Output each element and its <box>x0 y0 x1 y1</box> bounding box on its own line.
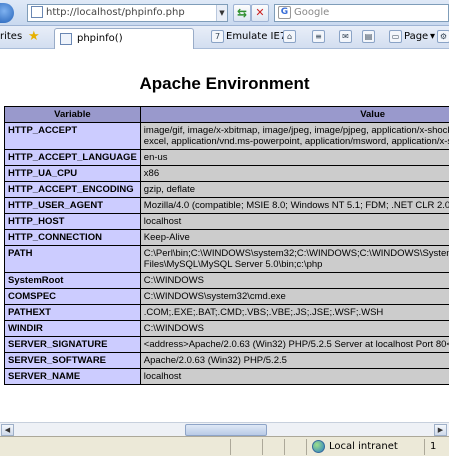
security-zone-label[interactable]: Local intranet <box>329 441 398 452</box>
variable-name: SERVER_SOFTWARE <box>4 352 141 369</box>
table-row: HTTP_ACCEPT_ENCODING gzip, deflate <box>4 181 449 198</box>
stop-button[interactable]: ✕ <box>251 4 269 22</box>
home-icon[interactable]: ⌂ <box>283 30 296 43</box>
scroll-right-icon[interactable]: ▶ <box>434 424 447 436</box>
variable-name: SERVER_NAME <box>4 368 141 385</box>
variable-name: HTTP_HOST <box>4 213 141 230</box>
variable-name: SERVER_SIGNATURE <box>4 336 141 353</box>
zoom-level[interactable]: 1 <box>430 441 436 452</box>
table-row: PATHEXT .COM;.EXE;.BAT;.CMD;.VBS;.VBE;.JS… <box>4 304 449 321</box>
variable-name: COMSPEC <box>4 288 141 305</box>
variable-value: Apache/2.0.63 (Win32) PHP/5.2.5 <box>139 352 449 369</box>
tab-phpinfo[interactable]: phpinfo() <box>54 28 194 49</box>
table-row: HTTP_CONNECTION Keep-Alive <box>4 229 449 246</box>
variable-value: C:\WINDOWS <box>139 320 449 337</box>
variable-value: .COM;.EXE;.BAT;.CMD;.VBS;.VBE;.JS;.JSE;.… <box>139 304 449 321</box>
scroll-left-icon[interactable]: ◀ <box>1 424 14 436</box>
table-row: HTTP_USER_AGENT Mozilla/4.0 (compatible; … <box>4 197 449 214</box>
variable-value: <address>Apache/2.0.63 (Win32) PHP/5.2.5… <box>139 336 449 353</box>
table-row: SERVER_NAME localhost <box>4 368 449 385</box>
search-placeholder: Google <box>294 7 330 18</box>
tab-label: phpinfo() <box>77 33 123 44</box>
print-icon[interactable]: ▤ <box>362 30 375 43</box>
variable-value: image/gif, image/x-xbitmap, image/jpeg, … <box>139 122 449 150</box>
table-row: HTTP_HOST localhost <box>4 213 449 230</box>
variable-value: localhost <box>139 213 449 230</box>
back-button[interactable] <box>0 3 14 23</box>
horizontal-scrollbar[interactable]: ◀ ▶ <box>0 422 449 436</box>
page-icon <box>31 6 43 18</box>
favorites-star-icon[interactable]: ★ <box>28 29 40 44</box>
variable-name: HTTP_ACCEPT_LANGUAGE <box>4 149 141 166</box>
variable-value: localhost <box>139 368 449 385</box>
browser-window: http://localhost/phpinfo.php ▼ ⇆ ✕ G Goog… <box>0 0 449 456</box>
table-row: SystemRoot C:\WINDOWS <box>4 272 449 289</box>
environment-table: Variable Value HTTP_ACCEPT image/gif, ima… <box>4 106 449 385</box>
address-text: http://localhost/phpinfo.php <box>46 7 185 18</box>
page-content: Apache Environment Variable Value HTTP_A… <box>0 50 449 422</box>
variable-value: gzip, deflate <box>139 181 449 198</box>
table-row: HTTP_ACCEPT image/gif, image/x-xbitmap, i… <box>4 122 449 150</box>
status-bar: Local intranet 1 <box>0 436 449 456</box>
variable-name: PATH <box>4 245 141 273</box>
variable-value: C:\WINDOWS <box>139 272 449 289</box>
emulate-ie7-button[interactable]: Emulate IE7 <box>226 31 286 42</box>
header-variable: Variable <box>4 106 141 123</box>
variable-value: en-us <box>139 149 449 166</box>
feeds-icon[interactable]: ≡ <box>312 30 325 43</box>
tools-icon[interactable]: ⚙ <box>437 30 449 43</box>
table-row: HTTP_ACCEPT_LANGUAGE en-us <box>4 149 449 166</box>
address-toolbar: http://localhost/phpinfo.php ▼ ⇆ ✕ G Goog… <box>0 0 449 26</box>
table-header-row: Variable Value <box>4 106 449 123</box>
variable-name: HTTP_UA_CPU <box>4 165 141 182</box>
intranet-zone-icon <box>312 440 325 453</box>
refresh-button[interactable]: ⇆ <box>233 4 251 22</box>
variable-name: PATHEXT <box>4 304 141 321</box>
variable-value: Keep-Alive <box>139 229 449 246</box>
tab-bar: rites ★ phpinfo() 7 Emulate IE7 ⌂ ≡ ✉ ▤ … <box>0 26 449 49</box>
variable-name: SystemRoot <box>4 272 141 289</box>
scrollbar-thumb[interactable] <box>185 424 267 436</box>
table-row: SERVER_SOFTWARE Apache/2.0.63 (Win32) PHP… <box>4 352 449 369</box>
variable-value: C:\WINDOWS\system32\cmd.exe <box>139 288 449 305</box>
status-separator <box>262 439 263 455</box>
status-separator <box>284 439 285 455</box>
header-value: Value <box>139 106 449 123</box>
page-menu-button[interactable]: Page <box>404 31 428 42</box>
variable-name: WINDIR <box>4 320 141 337</box>
variable-value: Mozilla/4.0 (compatible; MSIE 8.0; Windo… <box>139 197 449 214</box>
table-row: COMSPEC C:\WINDOWS\system32\cmd.exe <box>4 288 449 305</box>
variable-value: C:\Perl\bin;C:\WINDOWS\system32;C:\WINDO… <box>139 245 449 273</box>
status-separator <box>306 439 307 455</box>
table-row: SERVER_SIGNATURE <address>Apache/2.0.63 (… <box>4 336 449 353</box>
variable-name: HTTP_ACCEPT_ENCODING <box>4 181 141 198</box>
address-bar[interactable]: http://localhost/phpinfo.php ▼ <box>27 4 228 22</box>
status-separator <box>230 439 231 455</box>
favorites-label[interactable]: rites <box>0 31 22 42</box>
status-separator <box>424 439 425 455</box>
table-row: HTTP_UA_CPU x86 <box>4 165 449 182</box>
variable-value: x86 <box>139 165 449 182</box>
table-row: PATH C:\Perl\bin;C:\WINDOWS\system32;C:\W… <box>4 245 449 273</box>
emulate-ie7-icon[interactable]: 7 <box>211 30 224 43</box>
page-menu-icon[interactable]: ▭ <box>389 30 402 43</box>
page-menu-dropdown-icon[interactable]: ▾ <box>430 31 435 42</box>
tab-page-icon <box>60 33 72 45</box>
mail-icon[interactable]: ✉ <box>339 30 352 43</box>
page-title: Apache Environment <box>139 74 310 93</box>
table-row: WINDIR C:\WINDOWS <box>4 320 449 337</box>
search-input[interactable]: G Google <box>274 4 449 22</box>
address-dropdown-icon[interactable]: ▼ <box>216 5 227 21</box>
google-icon: G <box>278 6 291 19</box>
variable-name: HTTP_USER_AGENT <box>4 197 141 214</box>
variable-name: HTTP_CONNECTION <box>4 229 141 246</box>
variable-name: HTTP_ACCEPT <box>4 122 141 150</box>
